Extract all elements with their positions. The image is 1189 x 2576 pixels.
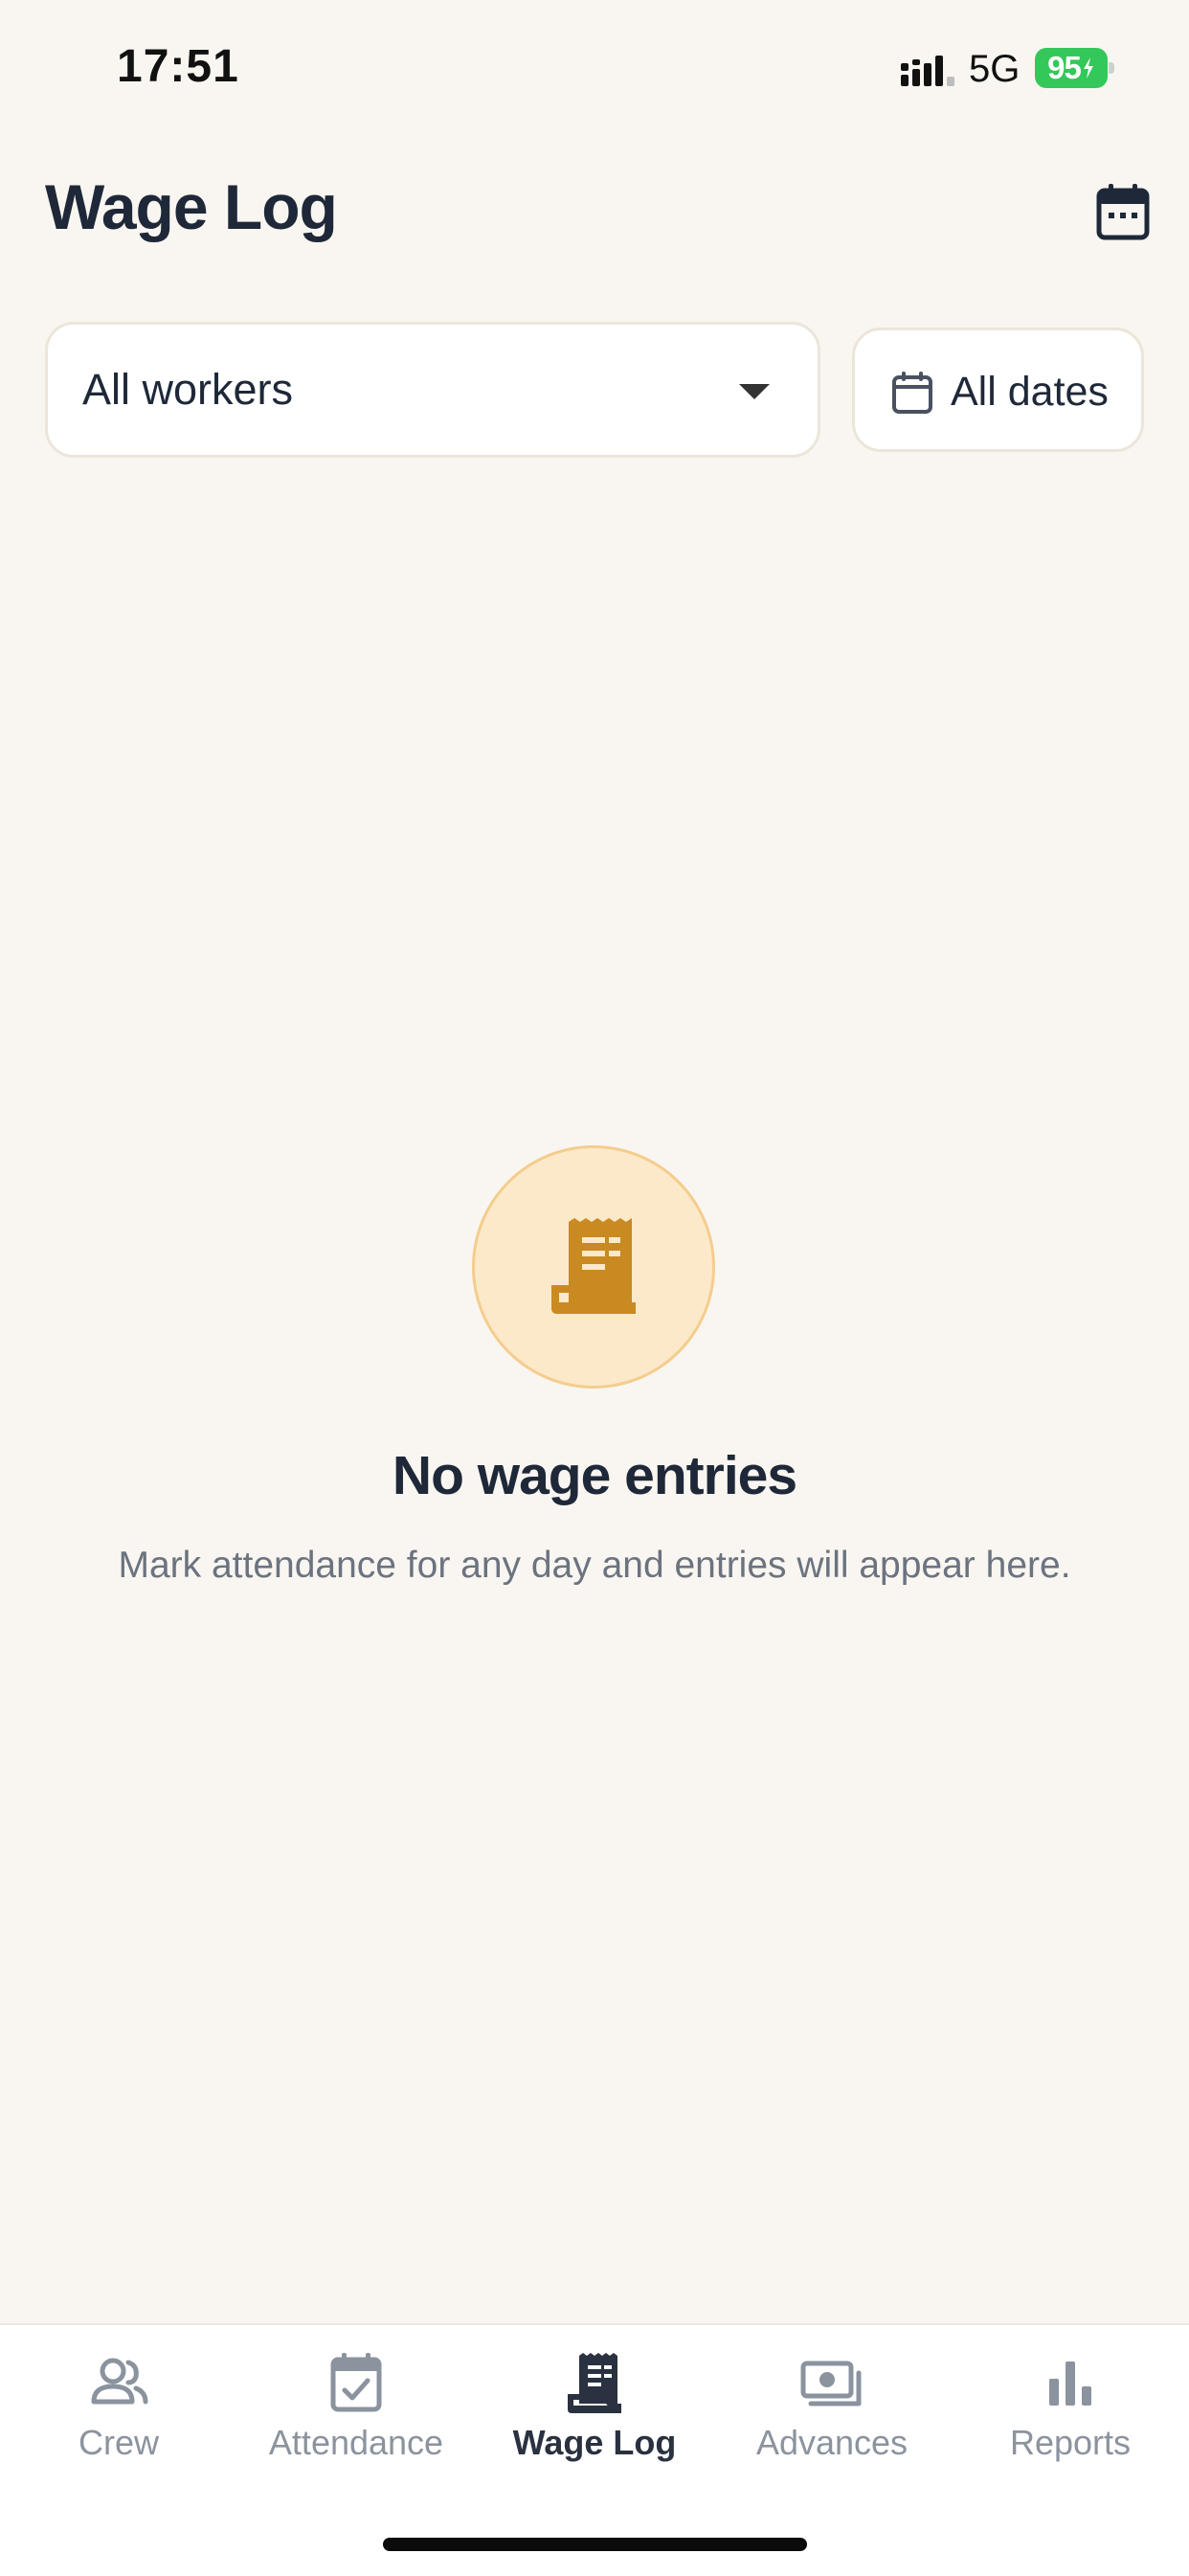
people-icon	[91, 2358, 148, 2405]
tab-label: Reports	[1009, 2423, 1132, 2462]
tab-label: Advances	[755, 2423, 909, 2462]
tab-label: Wage Log	[512, 2423, 677, 2462]
tab-crew[interactable]: Crew	[0, 2325, 237, 2497]
caret-down-icon	[739, 384, 770, 399]
tab-attendance[interactable]: Attendance	[237, 2325, 475, 2497]
tab-advances[interactable]: Advances	[713, 2325, 951, 2497]
tab-wage-log[interactable]: Wage Log	[476, 2325, 713, 2497]
calendar-button[interactable]	[1089, 178, 1156, 245]
empty-state-illustration	[472, 1145, 715, 1389]
status-time: 17:51	[117, 41, 239, 92]
signal-icon	[901, 56, 954, 86]
calendar-check-icon	[330, 2353, 382, 2412]
calendar-icon	[1096, 184, 1150, 240]
date-filter-button[interactable]: All dates	[852, 328, 1144, 452]
bar-chart-icon	[1049, 2361, 1091, 2406]
receipt-icon	[568, 2353, 621, 2413]
calendar-icon	[892, 372, 932, 414]
date-filter-label: All dates	[951, 369, 1109, 415]
cash-icon	[800, 2361, 862, 2407]
charging-bolt-icon	[1083, 57, 1093, 79]
tab-reports[interactable]: Reports	[952, 2325, 1189, 2497]
network-type: 5G	[969, 48, 1021, 90]
tab-label: Attendance	[268, 2423, 444, 2462]
empty-state-title: No wage entries	[392, 1445, 797, 1506]
tab-label: Crew	[78, 2423, 159, 2462]
home-indicator[interactable]	[383, 2538, 807, 2551]
receipt-icon	[551, 1218, 636, 1314]
battery-level: 95	[1047, 50, 1082, 85]
battery-tip	[1109, 62, 1114, 74]
status-bar: 17:51 5G 95	[0, 0, 1189, 144]
empty-state-message: Mark attendance for any day and entries …	[118, 1545, 1071, 1586]
battery-icon: 95	[1035, 48, 1108, 88]
worker-filter-select[interactable]: All workers	[45, 322, 820, 458]
page-title: Wage Log	[45, 171, 338, 242]
worker-filter-value: All workers	[82, 365, 294, 414]
